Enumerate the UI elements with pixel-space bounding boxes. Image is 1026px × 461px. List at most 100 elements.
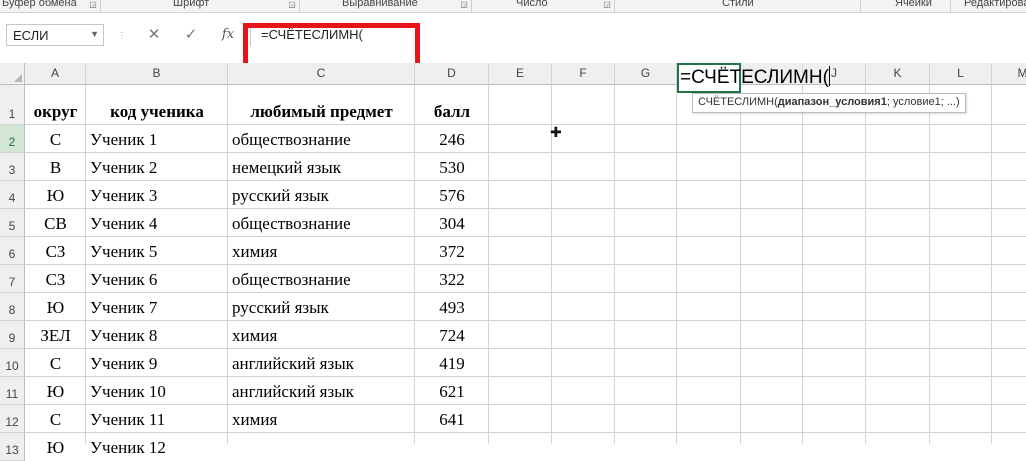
table-cell[interactable]: Ученик 12 bbox=[90, 438, 166, 458]
table-header-cell[interactable]: код ученика bbox=[86, 102, 228, 122]
table-cell[interactable]: немецкий язык bbox=[232, 158, 341, 178]
row-header-13[interactable]: 13 bbox=[0, 433, 25, 461]
row-header-5[interactable]: 5 bbox=[0, 209, 25, 237]
table-cell[interactable]: 419 bbox=[415, 354, 489, 374]
table-cell[interactable]: Ю bbox=[25, 382, 86, 402]
row-header-8[interactable]: 8 bbox=[0, 293, 25, 321]
ribbon-group-editing[interactable]: Редактирование bbox=[964, 0, 1026, 9]
table-cell[interactable]: Ученик 10 bbox=[90, 382, 166, 402]
table-cell[interactable]: В bbox=[25, 158, 86, 178]
drag-handle-icon[interactable]: ⋮ bbox=[118, 32, 126, 40]
name-box[interactable]: ЕСЛИ ▼ bbox=[6, 24, 104, 46]
dialog-launcher-icon[interactable]: ◲ bbox=[460, 1, 468, 9]
table-cell[interactable]: Ученик 9 bbox=[90, 354, 157, 374]
table-cell[interactable]: Ученик 2 bbox=[90, 158, 157, 178]
table-cell[interactable]: 724 bbox=[415, 326, 489, 346]
table-cell[interactable]: русский язык bbox=[232, 298, 329, 318]
table-header-cell[interactable]: округ bbox=[25, 102, 86, 122]
table-header-cell[interactable]: любимый предмет bbox=[228, 102, 415, 122]
table-cell[interactable]: обществознание bbox=[232, 130, 351, 150]
ribbon-group-font[interactable]: Шрифт bbox=[173, 0, 209, 9]
row-number: 4 bbox=[8, 191, 16, 205]
column-header-a[interactable]: A bbox=[25, 63, 86, 85]
table-cell[interactable]: 372 bbox=[415, 242, 489, 262]
ribbon-group-cells[interactable]: Ячейки bbox=[895, 0, 932, 9]
row-header-1[interactable]: 1 bbox=[0, 85, 25, 125]
table-cell[interactable]: 641 bbox=[415, 410, 489, 430]
table-cell[interactable]: Ученик 11 bbox=[90, 410, 165, 430]
table-cell[interactable]: химия bbox=[232, 242, 277, 262]
table-cell[interactable]: химия bbox=[232, 326, 277, 346]
ribbon-group-alignment[interactable]: Выравнивание bbox=[342, 0, 418, 9]
row-header-2[interactable]: 2 bbox=[0, 125, 25, 153]
insert-function-icon[interactable]: fx bbox=[217, 25, 239, 45]
table-cell[interactable]: английский язык bbox=[232, 382, 354, 402]
column-header-c[interactable]: C bbox=[228, 63, 415, 85]
table-cell[interactable]: обществознание bbox=[232, 270, 351, 290]
row-header-7[interactable]: 7 bbox=[0, 265, 25, 293]
table-cell[interactable]: Ученик 7 bbox=[90, 298, 157, 318]
row-header-6[interactable]: 6 bbox=[0, 237, 25, 265]
spreadsheet-grid[interactable]: ABCDEFGHIJKLM 12345678910111213 округкод… bbox=[0, 63, 1026, 461]
column-header-l[interactable]: L bbox=[930, 63, 992, 85]
table-cell[interactable]: Ю bbox=[25, 438, 86, 458]
row-header-4[interactable]: 4 bbox=[0, 181, 25, 209]
row-header-9[interactable]: 9 bbox=[0, 321, 25, 349]
dialog-launcher-icon[interactable]: ◲ bbox=[288, 1, 296, 9]
row-number: 2 bbox=[8, 135, 16, 149]
table-cell[interactable]: русский язык bbox=[232, 186, 329, 206]
cancel-icon[interactable]: ✕ bbox=[143, 25, 165, 45]
table-cell[interactable]: 530 bbox=[415, 158, 489, 178]
table-cell[interactable]: Ученик 3 bbox=[90, 186, 157, 206]
row-header-11[interactable]: 11 bbox=[0, 377, 25, 405]
dialog-launcher-icon[interactable]: ◲ bbox=[603, 1, 611, 9]
tooltip-function-name[interactable]: СЧЁТЕСЛИМН( bbox=[698, 96, 778, 108]
row-header-3[interactable]: 3 bbox=[0, 153, 25, 181]
table-cell[interactable]: 304 bbox=[415, 214, 489, 234]
table-cell[interactable]: 493 bbox=[415, 298, 489, 318]
table-cell[interactable]: Ю bbox=[25, 298, 86, 318]
row-number: 11 bbox=[5, 387, 19, 401]
table-cell[interactable]: С bbox=[25, 410, 86, 430]
chevron-down-icon[interactable]: ▼ bbox=[90, 29, 99, 39]
table-cell[interactable]: ЗЕЛ bbox=[25, 326, 86, 346]
table-cell[interactable]: 576 bbox=[415, 186, 489, 206]
table-cell[interactable]: Ученик 1 bbox=[90, 130, 157, 150]
column-header-g[interactable]: G bbox=[615, 63, 677, 85]
ribbon-group-number[interactable]: Число bbox=[516, 0, 548, 9]
table-cell[interactable]: СЗ bbox=[25, 242, 86, 262]
enter-icon[interactable]: ✓ bbox=[180, 25, 202, 45]
row-number: 12 bbox=[5, 415, 19, 429]
table-cell[interactable]: Ученик 5 bbox=[90, 242, 157, 262]
table-header-cell[interactable]: балл bbox=[415, 102, 489, 122]
dialog-launcher-icon[interactable]: ◲ bbox=[89, 1, 97, 9]
table-cell[interactable]: СЗ bbox=[25, 270, 86, 290]
ribbon-group-labels: Буфер обмена ◲ Шрифт ◲ Выравнивание ◲ Чи… bbox=[0, 0, 1026, 13]
column-header-e[interactable]: E bbox=[489, 63, 552, 85]
column-header-b[interactable]: B bbox=[86, 63, 228, 85]
table-cell[interactable]: химия bbox=[232, 410, 277, 430]
column-header-k[interactable]: K bbox=[866, 63, 930, 85]
table-cell[interactable]: английский язык bbox=[232, 354, 354, 374]
row-header-10[interactable]: 10 bbox=[0, 349, 25, 377]
table-cell[interactable]: 621 bbox=[415, 382, 489, 402]
table-cell[interactable]: 246 bbox=[415, 130, 489, 150]
row-header-12[interactable]: 12 bbox=[0, 405, 25, 433]
active-cell-content[interactable]: =СЧЁТЕСЛИМН( bbox=[680, 66, 830, 89]
table-cell[interactable]: Ю bbox=[25, 186, 86, 206]
table-cell[interactable]: Ученик 6 bbox=[90, 270, 157, 290]
table-cell[interactable]: Ученик 8 bbox=[90, 326, 157, 346]
column-header-f[interactable]: F bbox=[552, 63, 615, 85]
table-cell[interactable]: 322 bbox=[415, 270, 489, 290]
ribbon-group-clipboard[interactable]: Буфер обмена bbox=[2, 0, 77, 9]
function-tooltip[interactable]: СЧЁТЕСЛИМН(диапазон_условия1; условие1; … bbox=[692, 93, 966, 113]
table-cell[interactable]: С bbox=[25, 354, 86, 374]
column-header-m[interactable]: M bbox=[992, 63, 1026, 85]
column-header-d[interactable]: D bbox=[415, 63, 489, 85]
table-cell[interactable]: С bbox=[25, 130, 86, 150]
table-cell[interactable]: СВ bbox=[25, 214, 86, 234]
ribbon-group-styles[interactable]: Стили bbox=[722, 0, 754, 9]
select-all-button[interactable] bbox=[0, 63, 25, 85]
table-cell[interactable]: обществознание bbox=[232, 214, 351, 234]
table-cell[interactable]: Ученик 4 bbox=[90, 214, 157, 234]
